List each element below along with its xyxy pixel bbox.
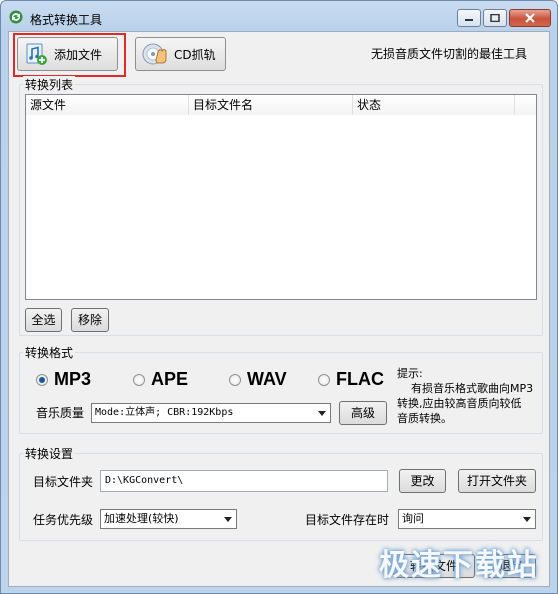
list-group-title: 转换列表 (23, 76, 76, 93)
column-header-status[interactable]: 状态 (353, 95, 515, 115)
cd-rip-label: CD抓轨 (174, 47, 216, 62)
settings-group-title: 转换设置 (23, 445, 76, 462)
radio-dot-flac (318, 373, 330, 386)
close-button[interactable] (509, 9, 551, 27)
format-radio-wav[interactable]: WAV (229, 369, 287, 390)
chevron-down-icon (219, 510, 236, 528)
target-folder-label: 目标文件夹 (33, 475, 94, 489)
list-header: 源文件 目标文件名 状态 (26, 95, 536, 115)
caption-buttons (457, 9, 551, 27)
exists-select-value: 询问 (402, 512, 424, 525)
hint-line: 提示: (397, 367, 423, 380)
format-radio-ape[interactable]: APE (133, 369, 188, 390)
priority-select-value: 加速处理(较快) (104, 512, 179, 525)
radio-dot-mp3 (36, 373, 48, 386)
cd-icon (142, 43, 167, 65)
app-window: 格式转换工具 添加文件 CD抓轨 无损音质文件切割的最佳工具 转换列表 源文件 … (0, 0, 558, 594)
remove-button[interactable]: 移除 (71, 308, 109, 332)
radio-dot-ape (133, 373, 145, 386)
hint-line: 音质转换。 (397, 412, 452, 425)
radio-label-mp3: MP3 (54, 369, 92, 389)
hint-line: 转换,应由较高音质向较低 (397, 397, 522, 410)
quality-select-value: Mode:立体声; CBR:192Kbps (95, 407, 234, 418)
format-radio-mp3[interactable]: MP3 (36, 369, 91, 390)
title-bar[interactable]: 格式转换工具 (1, 1, 557, 31)
maximize-button[interactable] (483, 9, 507, 27)
radio-label-ape: APE (151, 369, 189, 389)
radio-label-wav: WAV (247, 369, 287, 389)
minimize-button[interactable] (457, 9, 481, 27)
close-icon (525, 13, 535, 23)
chevron-down-icon (313, 404, 330, 422)
priority-label: 任务优先级 (33, 513, 94, 527)
app-icon (9, 10, 23, 24)
exists-select[interactable]: 询问 (398, 509, 536, 529)
slogan-text: 无损音质文件切割的最佳工具 (370, 47, 527, 61)
radio-dot-wav (229, 373, 241, 386)
column-header-target[interactable]: 目标文件名 (189, 95, 353, 115)
column-header-filler (515, 95, 536, 115)
format-radio-flac[interactable]: FLAC (318, 369, 384, 390)
minimize-icon (465, 19, 473, 21)
maximize-icon (490, 14, 500, 22)
advanced-button[interactable]: 高级 (339, 401, 387, 425)
column-header-source[interactable]: 源文件 (26, 95, 189, 115)
hint-line: 有损音乐格式歌曲向MP3 (397, 382, 534, 395)
cd-rip-button[interactable]: CD抓轨 (135, 37, 226, 71)
radio-label-flac: FLAC (336, 369, 384, 389)
target-folder-input[interactable]: D:\KGConvert\ (100, 470, 388, 492)
window-title: 格式转换工具 (30, 13, 103, 27)
watermark-text: 极速下载站 (379, 548, 539, 583)
quality-label: 音乐质量 (36, 406, 85, 420)
conversion-list[interactable]: 源文件 目标文件名 状态 (25, 94, 537, 300)
priority-select[interactable]: 加速处理(较快) (100, 509, 237, 529)
client-area: 添加文件 CD抓轨 无损音质文件切割的最佳工具 转换列表 源文件 目标文件名 状… (8, 31, 550, 587)
open-folder-button[interactable]: 打开文件夹 (458, 469, 536, 493)
change-folder-button[interactable]: 更改 (399, 469, 446, 493)
chevron-down-icon (518, 510, 535, 528)
highlight-frame (13, 33, 126, 77)
format-group-title: 转换格式 (23, 344, 76, 361)
quality-select[interactable]: Mode:立体声; CBR:192Kbps (91, 403, 331, 423)
exists-label: 目标文件存在时 (305, 513, 390, 527)
select-all-button[interactable]: 全选 (25, 308, 62, 332)
hint-text: 提示: 有损音乐格式歌曲向MP3 转换,应由较高音质向较低 音质转换。 (397, 366, 545, 426)
